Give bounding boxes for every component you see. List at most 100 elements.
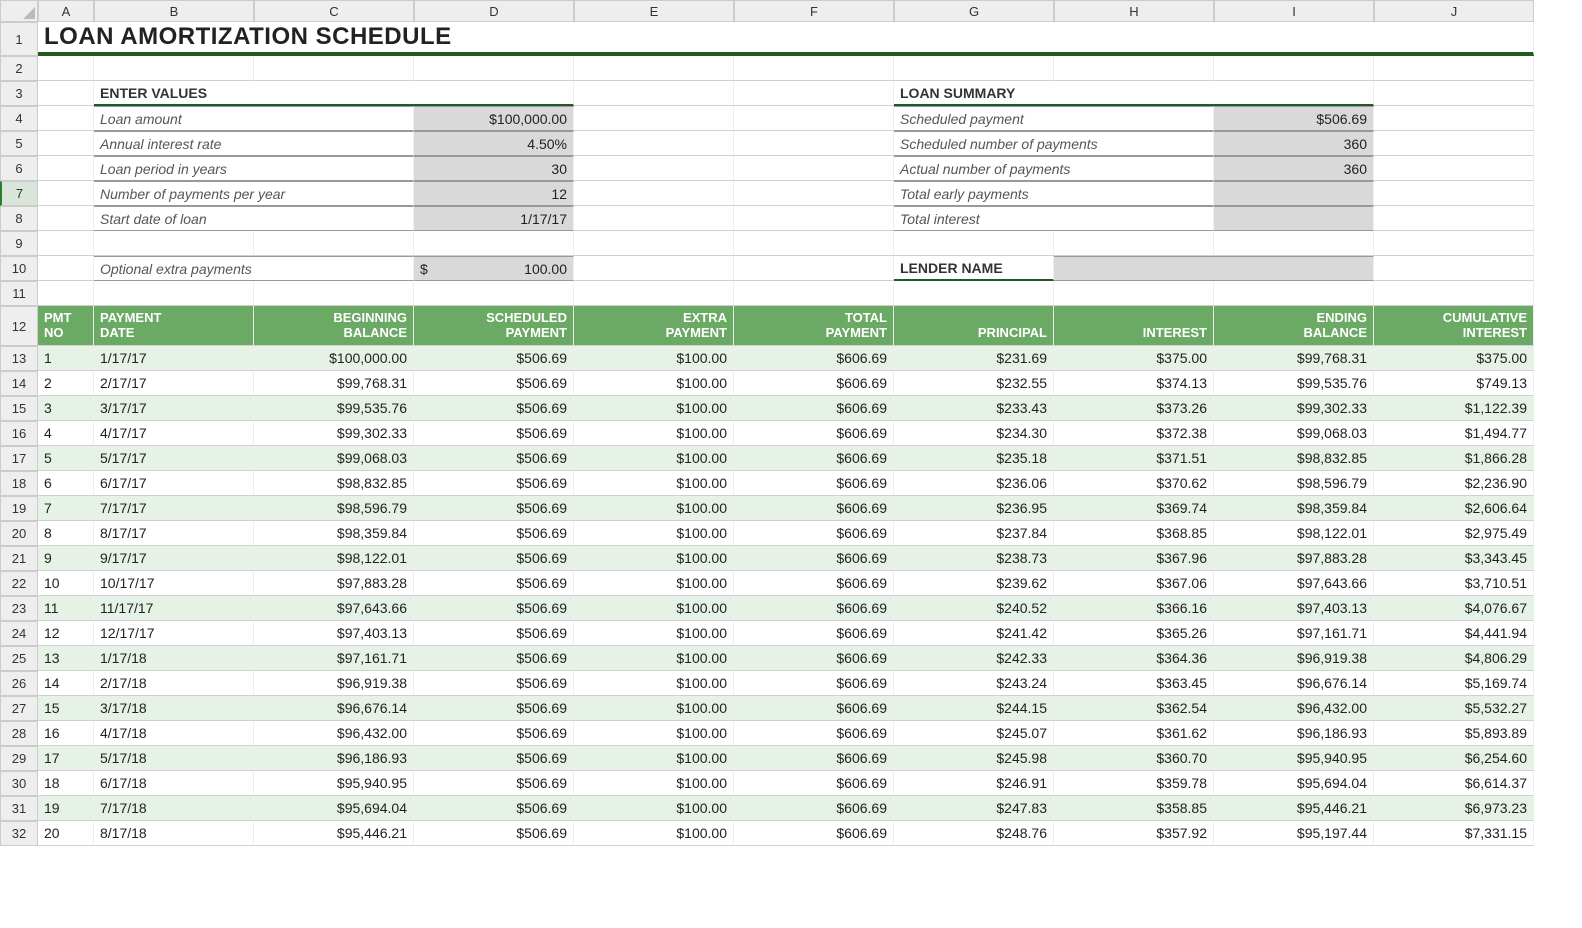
empty-cell[interactable]: [574, 231, 734, 256]
table-cell[interactable]: 10: [38, 571, 94, 596]
table-cell[interactable]: $236.95: [894, 496, 1054, 521]
table-cell[interactable]: $606.69: [734, 521, 894, 546]
empty-cell[interactable]: [1214, 56, 1374, 81]
table-cell[interactable]: $506.69: [414, 596, 574, 621]
table-cell[interactable]: $96,919.38: [254, 671, 414, 696]
table-cell[interactable]: 14: [38, 671, 94, 696]
input-value[interactable]: $100,000.00: [414, 106, 574, 131]
empty-cell[interactable]: [574, 281, 734, 306]
table-cell[interactable]: $2,975.49: [1374, 521, 1534, 546]
table-cell[interactable]: $373.26: [1054, 396, 1214, 421]
table-header[interactable]: EXTRA PAYMENT: [574, 306, 734, 346]
empty-cell[interactable]: [574, 256, 734, 281]
table-cell[interactable]: $231.69: [894, 346, 1054, 371]
empty-cell[interactable]: [38, 231, 94, 256]
table-cell[interactable]: 1/17/18: [94, 646, 254, 671]
table-cell[interactable]: $506.69: [414, 421, 574, 446]
empty-cell[interactable]: [734, 281, 894, 306]
table-cell[interactable]: $100.00: [574, 596, 734, 621]
table-cell[interactable]: 6/17/17: [94, 471, 254, 496]
table-cell[interactable]: $99,068.03: [254, 446, 414, 471]
table-cell[interactable]: $367.06: [1054, 571, 1214, 596]
empty-cell[interactable]: [574, 156, 734, 181]
table-cell[interactable]: $235.18: [894, 446, 1054, 471]
table-cell[interactable]: $366.16: [1054, 596, 1214, 621]
table-cell[interactable]: 8: [38, 521, 94, 546]
table-cell[interactable]: $606.69: [734, 346, 894, 371]
table-cell[interactable]: $506.69: [414, 821, 574, 846]
empty-cell[interactable]: [1054, 281, 1214, 306]
empty-cell[interactable]: [894, 56, 1054, 81]
table-cell[interactable]: $2,236.90: [1374, 471, 1534, 496]
table-cell[interactable]: $606.69: [734, 621, 894, 646]
table-cell[interactable]: $4,441.94: [1374, 621, 1534, 646]
column-header[interactable]: B: [94, 0, 254, 22]
row-header[interactable]: 27: [0, 696, 38, 721]
table-header[interactable]: PAYMENT DATE: [94, 306, 254, 346]
table-cell[interactable]: $245.98: [894, 746, 1054, 771]
table-cell[interactable]: $242.33: [894, 646, 1054, 671]
table-cell[interactable]: 20: [38, 821, 94, 846]
table-cell[interactable]: $606.69: [734, 371, 894, 396]
empty-cell[interactable]: [38, 56, 94, 81]
row-header[interactable]: 16: [0, 421, 38, 446]
table-cell[interactable]: $606.69: [734, 796, 894, 821]
table-cell[interactable]: 8/17/18: [94, 821, 254, 846]
table-cell[interactable]: $95,694.04: [254, 796, 414, 821]
table-cell[interactable]: $606.69: [734, 546, 894, 571]
table-cell[interactable]: $97,403.13: [254, 621, 414, 646]
row-header[interactable]: 32: [0, 821, 38, 846]
table-cell[interactable]: $98,832.85: [1214, 446, 1374, 471]
row-header[interactable]: 1: [0, 22, 38, 56]
table-cell[interactable]: 6: [38, 471, 94, 496]
table-cell[interactable]: $606.69: [734, 421, 894, 446]
table-cell[interactable]: 7: [38, 496, 94, 521]
column-header[interactable]: G: [894, 0, 1054, 22]
table-cell[interactable]: $506.69: [414, 646, 574, 671]
table-cell[interactable]: $100.00: [574, 521, 734, 546]
row-header[interactable]: 21: [0, 546, 38, 571]
empty-cell[interactable]: [734, 256, 894, 281]
empty-cell[interactable]: [414, 281, 574, 306]
row-header[interactable]: 4: [0, 106, 38, 131]
table-cell[interactable]: 1: [38, 346, 94, 371]
table-cell[interactable]: $506.69: [414, 396, 574, 421]
table-cell[interactable]: $606.69: [734, 596, 894, 621]
table-cell[interactable]: $606.69: [734, 696, 894, 721]
table-cell[interactable]: 5: [38, 446, 94, 471]
empty-cell[interactable]: [894, 281, 1054, 306]
row-header[interactable]: 5: [0, 131, 38, 156]
empty-cell[interactable]: [734, 156, 894, 181]
table-cell[interactable]: $506.69: [414, 521, 574, 546]
table-cell[interactable]: $370.62: [1054, 471, 1214, 496]
table-cell[interactable]: $5,169.74: [1374, 671, 1534, 696]
table-cell[interactable]: $97,403.13: [1214, 596, 1374, 621]
table-cell[interactable]: $241.42: [894, 621, 1054, 646]
table-cell[interactable]: $368.85: [1054, 521, 1214, 546]
table-header[interactable]: TOTAL PAYMENT: [734, 306, 894, 346]
table-cell[interactable]: $100.00: [574, 771, 734, 796]
table-cell[interactable]: $95,446.21: [254, 821, 414, 846]
table-cell[interactable]: $506.69: [414, 621, 574, 646]
table-cell[interactable]: $369.74: [1054, 496, 1214, 521]
row-header[interactable]: 18: [0, 471, 38, 496]
empty-cell[interactable]: [414, 231, 574, 256]
table-cell[interactable]: $236.06: [894, 471, 1054, 496]
table-cell[interactable]: 2/17/18: [94, 671, 254, 696]
empty-cell[interactable]: [574, 56, 734, 81]
table-cell[interactable]: $98,122.01: [1214, 521, 1374, 546]
table-cell[interactable]: $365.26: [1054, 621, 1214, 646]
table-cell[interactable]: $606.69: [734, 746, 894, 771]
table-cell[interactable]: $100.00: [574, 721, 734, 746]
table-cell[interactable]: 6/17/18: [94, 771, 254, 796]
empty-cell[interactable]: [38, 81, 94, 106]
table-cell[interactable]: $375.00: [1054, 346, 1214, 371]
table-cell[interactable]: $100.00: [574, 446, 734, 471]
empty-cell[interactable]: [1374, 231, 1534, 256]
table-cell[interactable]: $239.62: [894, 571, 1054, 596]
row-header[interactable]: 6: [0, 156, 38, 181]
table-cell[interactable]: $375.00: [1374, 346, 1534, 371]
table-cell[interactable]: $95,940.95: [1214, 746, 1374, 771]
empty-cell[interactable]: [1374, 131, 1534, 156]
table-cell[interactable]: 19: [38, 796, 94, 821]
